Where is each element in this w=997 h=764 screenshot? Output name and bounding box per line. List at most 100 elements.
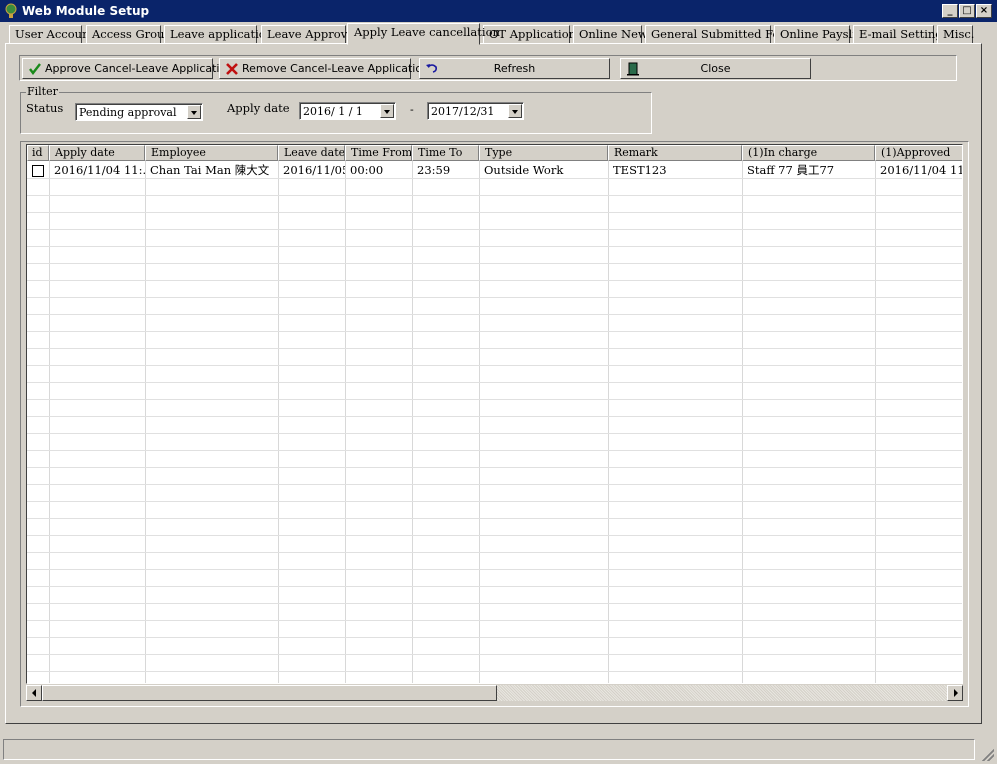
approve-cancel-leave-button[interactable]: Approve Cancel-Leave Application [22, 58, 233, 79]
tab-online-news[interactable]: Online News [573, 25, 654, 44]
cancel-leave-grid: id Apply date Employee Leave date Time F… [26, 144, 963, 684]
tab-leave-approval[interactable]: Leave Approval [261, 25, 358, 44]
cell-approved: 2016/11/04 11:... [880, 163, 962, 177]
horizontal-scrollbar[interactable] [26, 685, 963, 701]
cell-time-to: 23:59 [417, 163, 451, 177]
scroll-right-arrow-icon[interactable] [947, 685, 963, 701]
tab-apply-leave-cancellation[interactable]: Apply Leave cancellation [347, 23, 500, 45]
cell-type: Outside Work [484, 163, 564, 177]
grid-column-line [49, 161, 50, 683]
grid-row-line [27, 212, 962, 213]
tab-leave-application[interactable]: Leave application [164, 25, 273, 44]
grid-column-line [345, 161, 346, 683]
tab-email-settings[interactable]: E-mail Settings [853, 25, 949, 44]
grid-row-line [27, 348, 962, 349]
toolbar: Approve Cancel-Leave Application Remove … [19, 55, 957, 81]
date-from-picker[interactable]: 2016/ 1 / 1 [299, 102, 396, 120]
grid-row-line [27, 263, 962, 264]
grid-row-line [27, 365, 962, 366]
date-separator: - [410, 103, 414, 116]
apply-date-label: Apply date [227, 101, 290, 115]
grid-row-line [27, 331, 962, 332]
grid-row-line [27, 501, 962, 502]
tab-access-group[interactable]: Access Group [86, 25, 172, 44]
cell-time-from: 00:00 [350, 163, 384, 177]
grid-row-line [27, 620, 962, 621]
tab-online-payslip[interactable]: Online Payslip [774, 25, 863, 44]
tab-misc[interactable]: Misc. [937, 25, 974, 44]
minimize-button[interactable]: _ [942, 4, 958, 18]
grid-row-line [27, 382, 962, 383]
status-label: Status [26, 101, 64, 115]
grid-row-line [27, 569, 962, 570]
app-globe-icon [5, 3, 17, 18]
cell-in-charge: Staff 77 員工77 [747, 163, 835, 177]
close-window-button[interactable]: × [976, 4, 992, 18]
close-button[interactable]: Close [620, 58, 811, 79]
resize-grip-icon[interactable] [982, 749, 994, 761]
maximize-button[interactable]: □ [959, 4, 975, 18]
grid-column-line [875, 161, 876, 683]
col-header-leave-date[interactable]: Leave date [278, 145, 345, 161]
grid-row-line [27, 178, 962, 179]
status-bar [3, 739, 975, 760]
grid-header: id Apply date Employee Leave date Time F… [27, 145, 962, 161]
chevron-down-icon[interactable] [508, 104, 522, 118]
grid-row-line [27, 195, 962, 196]
col-header-type[interactable]: Type [479, 145, 608, 161]
col-header-in-charge[interactable]: (1)In charge [742, 145, 875, 161]
col-header-remark[interactable]: Remark [608, 145, 742, 161]
col-header-time-to[interactable]: Time To [412, 145, 479, 161]
col-header-apply-date[interactable]: Apply date [49, 145, 145, 161]
tab-page: Approve Cancel-Leave Application Remove … [5, 43, 982, 724]
col-header-id[interactable]: id [27, 145, 49, 161]
status-select[interactable]: Pending approval [75, 103, 203, 121]
grid-column-line [278, 161, 279, 683]
tab-strip: User Account Access Group Leave applicat… [9, 23, 989, 45]
remove-cancel-leave-button[interactable]: Remove Cancel-Leave Application [219, 58, 429, 79]
tab-general-submitted-form[interactable]: General Submitted Form [645, 25, 796, 44]
cell-employee: Chan Tai Man 陳大文 [150, 163, 270, 177]
chevron-down-icon[interactable] [380, 104, 394, 118]
cell-leave-date: 2016/11/05 [283, 163, 345, 177]
chevron-down-icon[interactable] [187, 105, 201, 119]
grid-row-line [27, 654, 962, 655]
col-header-employee[interactable]: Employee [145, 145, 278, 161]
grid-row-line [27, 586, 962, 587]
red-x-icon [226, 63, 238, 75]
cell-remark: TEST123 [613, 163, 667, 177]
col-header-approved[interactable]: (1)Approved [875, 145, 962, 161]
cell-apply-date: 2016/11/04 11:... [54, 163, 145, 177]
tab-user-account[interactable]: User Account [9, 25, 94, 44]
grid-column-line [145, 161, 146, 683]
grid-row-line [27, 399, 962, 400]
grid-row-line [27, 433, 962, 434]
grid-row-line [27, 535, 962, 536]
grid-row-line [27, 603, 962, 604]
grid-column-line [742, 161, 743, 683]
row-checkbox[interactable] [32, 165, 44, 177]
grid-row-line [27, 297, 962, 298]
grid-rows: 2016/11/04 11:... Chan Tai Man 陳大文 2016/… [27, 161, 962, 683]
grid-row-line [27, 246, 962, 247]
grid-row-line [27, 484, 962, 485]
checkmark-icon [29, 63, 41, 75]
col-header-time-from[interactable]: Time From [345, 145, 412, 161]
scroll-thumb[interactable] [42, 685, 497, 701]
grid-column-line [479, 161, 480, 683]
date-to-picker[interactable]: 2017/12/31 [427, 102, 524, 120]
grid-column-line [608, 161, 609, 683]
grid-row-line [27, 467, 962, 468]
grid-row-line [27, 229, 962, 230]
grid-row-line [27, 416, 962, 417]
grid-row-line [27, 637, 962, 638]
window-title: Web Module Setup [22, 4, 150, 18]
filter-legend: Filter [26, 85, 59, 98]
grid-row-line [27, 314, 962, 315]
refresh-button[interactable]: Refresh [419, 58, 610, 79]
grid-row-line [27, 552, 962, 553]
title-bar: Web Module Setup _ □ × [0, 0, 997, 22]
scroll-left-arrow-icon[interactable] [26, 685, 42, 701]
grid-row-line [27, 280, 962, 281]
grid-container: id Apply date Employee Leave date Time F… [20, 141, 969, 707]
